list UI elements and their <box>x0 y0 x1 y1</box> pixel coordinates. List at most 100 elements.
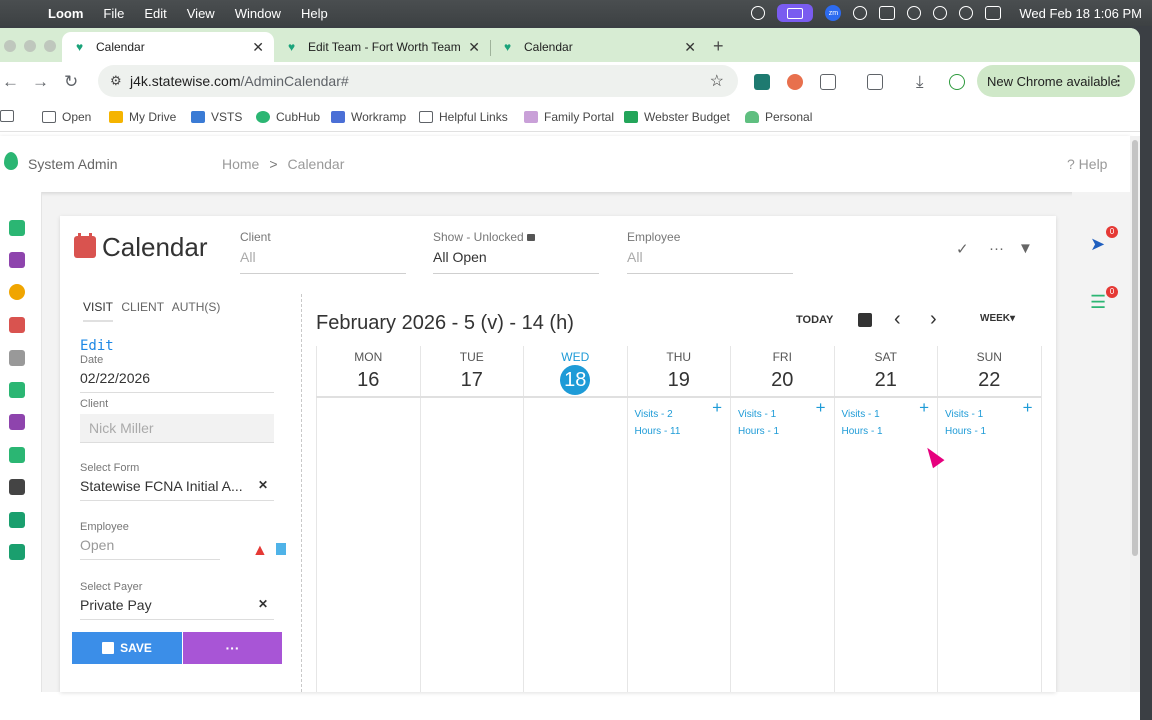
close-window-button[interactable] <box>4 40 16 52</box>
extensions-puzzle-icon[interactable] <box>820 74 836 90</box>
day-number[interactable]: 17 <box>421 369 524 392</box>
employee-field[interactable]: Employee Open <box>80 521 220 560</box>
address-bar[interactable]: ⚙ j4k.statewise.com/AdminCalendar# ☆ <box>98 65 738 97</box>
next-week-icon[interactable]: › <box>930 308 937 331</box>
bookmark-vsts[interactable]: VSTS <box>191 110 242 124</box>
browser-tab-calendar[interactable]: ♥ Calendar ✕ <box>62 32 274 62</box>
client-filter-value[interactable]: All <box>240 249 406 265</box>
day-summary[interactable]: Visits - 1 Hours - 1 <box>945 406 986 440</box>
filter-icon[interactable]: ▼ <box>1018 240 1033 257</box>
add-visit-icon[interactable]: + <box>816 398 826 418</box>
wifi-icon[interactable] <box>933 6 948 20</box>
bookmark-star-icon[interactable]: ☆ <box>710 71 724 91</box>
calendar-nav-icon[interactable] <box>9 317 25 333</box>
menu-view[interactable]: View <box>187 6 215 21</box>
user-icon[interactable] <box>907 6 922 20</box>
org-name[interactable]: System Admin <box>28 156 117 172</box>
client-filter[interactable]: Client All <box>240 230 406 274</box>
house-icon[interactable] <box>9 350 25 366</box>
back-icon[interactable]: ← <box>2 72 19 92</box>
close-tab-icon[interactable]: ✕ <box>252 39 264 56</box>
extension-icon[interactable] <box>754 74 770 90</box>
close-tab-icon[interactable]: ✕ <box>684 39 696 56</box>
browser-tab-calendar-2[interactable]: ♥ Calendar ✕ <box>490 32 706 62</box>
browser-tab-edit-team[interactable]: ♥ Edit Team - Fort Worth Team ✕ <box>274 32 491 62</box>
menu-help[interactable]: Help <box>301 6 328 21</box>
form-select[interactable]: Select Form Statewise FCNA Initial A... … <box>80 462 274 501</box>
notion-icon[interactable] <box>879 6 896 20</box>
prev-week-icon[interactable]: ‹ <box>894 308 901 331</box>
bookmark-workramp[interactable]: Workramp <box>331 110 406 124</box>
bookmark-open[interactable]: Open <box>42 110 91 124</box>
status-icon[interactable] <box>751 6 766 20</box>
day-number[interactable]: 16 <box>317 369 420 392</box>
form-value[interactable]: Statewise FCNA Initial A... <box>80 478 274 501</box>
control-center-icon[interactable] <box>985 6 1002 20</box>
day-number[interactable]: 22 <box>938 369 1041 392</box>
payer-select[interactable]: Select Payer Private Pay ✕ <box>80 581 274 620</box>
menu-edit[interactable]: Edit <box>144 6 166 21</box>
save-button[interactable]: SAVE <box>72 632 182 664</box>
send-icon[interactable]: ➤ <box>1090 234 1105 255</box>
bookmark-family-portal[interactable]: Family Portal <box>524 110 614 124</box>
employee-filter[interactable]: Employee All <box>627 230 793 274</box>
tab-search-icon[interactable] <box>867 74 883 90</box>
tab-auths[interactable]: AUTH(S) <box>172 300 221 314</box>
spotlight-icon[interactable] <box>959 6 974 20</box>
today-button[interactable]: TODAY <box>796 314 833 326</box>
show-filter[interactable]: Show - Unlocked All Open <box>433 230 599 274</box>
bookmark-personal[interactable]: Personal <box>745 110 812 124</box>
tab-client[interactable]: CLIENT <box>121 300 164 314</box>
add-visit-icon[interactable]: + <box>1023 398 1033 418</box>
menu-file[interactable]: File <box>103 6 124 21</box>
building-icon[interactable] <box>9 479 25 495</box>
more-icon[interactable]: ··· <box>989 240 1004 257</box>
apps-grid-icon[interactable] <box>0 110 20 122</box>
menu-app-name[interactable]: Loom <box>48 6 83 21</box>
page-scrollbar[interactable] <box>1130 136 1140 692</box>
zoom-icon[interactable]: zm <box>825 5 842 21</box>
scrollbar-thumb[interactable] <box>1132 140 1138 556</box>
date-field[interactable]: Date 02/22/2026 <box>80 354 274 393</box>
c-icon[interactable] <box>853 6 868 20</box>
update-chrome-button[interactable]: New Chrome available ⋮ <box>977 65 1135 97</box>
site-info-icon[interactable]: ⚙ <box>110 73 126 89</box>
chrome-menu-icon[interactable]: ⋮ <box>1112 73 1125 89</box>
minimize-window-button[interactable] <box>24 40 36 52</box>
day-number[interactable]: 19 <box>628 369 731 392</box>
screen-record-icon[interactable] <box>777 4 814 22</box>
broadcast-icon[interactable]: ▲ <box>252 542 268 559</box>
date-picker-icon[interactable] <box>858 313 872 327</box>
date-value[interactable]: 02/22/2026 <box>80 370 274 393</box>
extension-icon[interactable] <box>787 74 803 90</box>
payroll-icon[interactable] <box>9 414 25 430</box>
menubar-datetime[interactable]: Wed Feb 18 1:06 PM <box>1019 6 1142 21</box>
menu-window[interactable]: Window <box>235 6 281 21</box>
day-number[interactable]: 18 <box>524 365 627 395</box>
folder-nav-icon[interactable] <box>9 447 25 463</box>
bookmark-cubhub[interactable]: CubHub <box>256 110 320 124</box>
clear-payer-icon[interactable]: ✕ <box>258 597 268 611</box>
settings-folder-icon[interactable] <box>9 512 25 528</box>
breadcrumb-home[interactable]: Home <box>222 156 259 172</box>
billing-icon[interactable] <box>9 382 25 398</box>
dashboard-icon[interactable] <box>9 220 25 236</box>
bookmark-my-drive[interactable]: My Drive <box>109 110 176 124</box>
day-summary[interactable]: Visits - 1 Hours - 1 <box>738 406 779 440</box>
more-actions-button[interactable]: ··· <box>183 632 282 664</box>
clear-form-icon[interactable]: ✕ <box>258 478 268 492</box>
employee-value[interactable]: Open <box>80 537 220 560</box>
day-number[interactable]: 21 <box>835 369 938 392</box>
tools-icon[interactable] <box>9 544 25 560</box>
payer-value[interactable]: Private Pay <box>80 597 274 620</box>
bookmark-helpful-links[interactable]: Helpful Links <box>419 110 508 124</box>
edit-link[interactable]: Edit <box>80 338 114 354</box>
close-tab-icon[interactable]: ✕ <box>468 39 480 56</box>
employee-filter-value[interactable]: All <box>627 249 793 265</box>
task-list-icon[interactable]: ☰ <box>1090 292 1106 313</box>
check-icon[interactable]: ✓ <box>956 240 969 258</box>
tab-visit[interactable]: VISIT <box>83 300 114 322</box>
zoom-window-button[interactable] <box>44 40 56 52</box>
help-link[interactable]: ? Help <box>1067 156 1107 172</box>
day-summary[interactable]: Visits - 1 Hours - 1 <box>842 406 883 440</box>
